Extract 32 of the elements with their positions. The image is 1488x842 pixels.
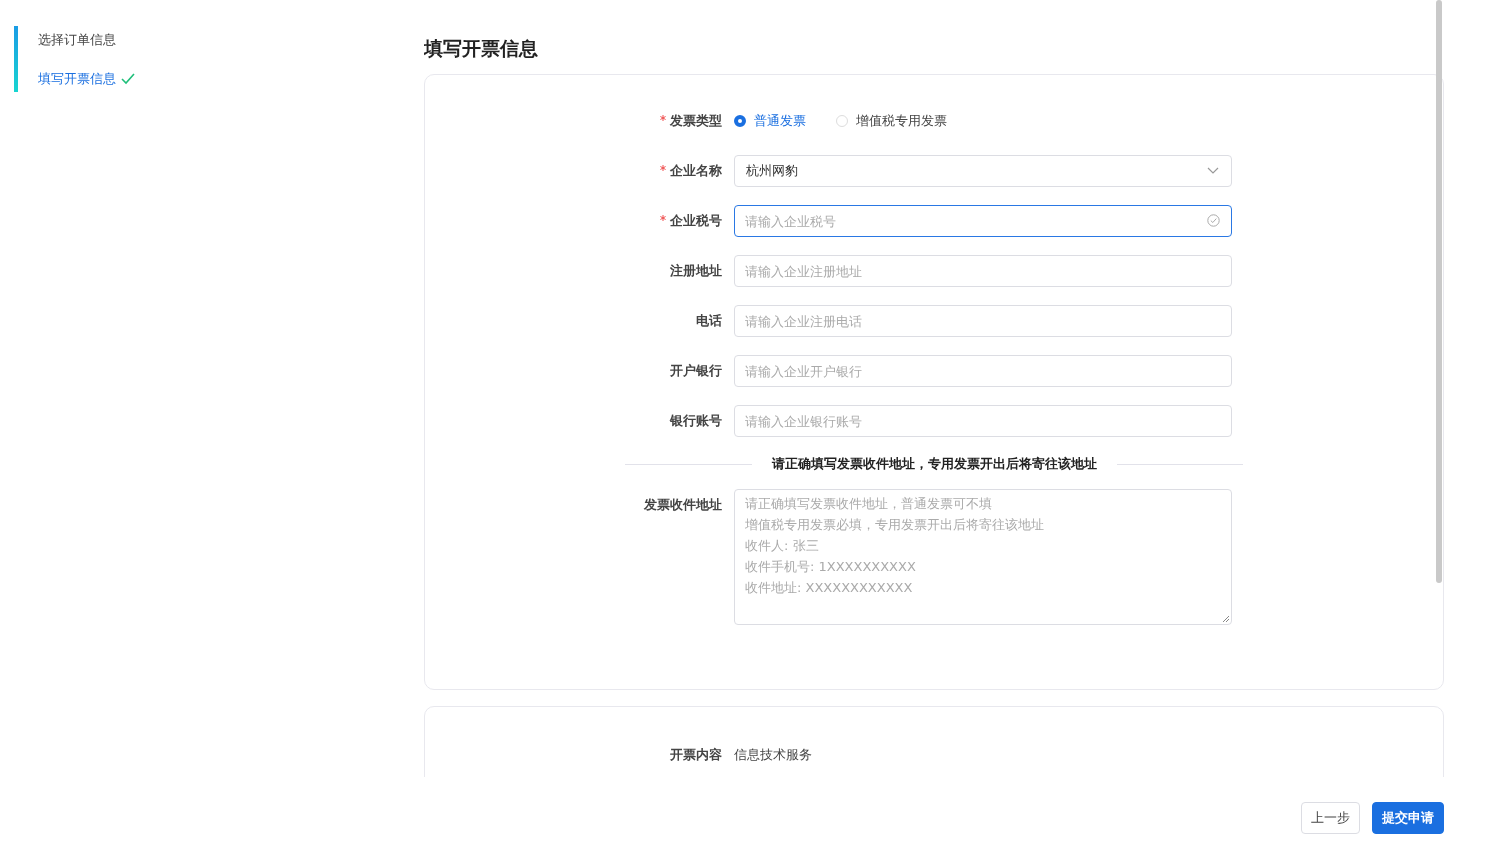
field-label: 发票收件地址 xyxy=(644,497,722,512)
scrollbar-thumb[interactable] xyxy=(1436,0,1442,583)
section-note: 请正确填写发票收件地址，专用发票开出后将寄往该地址 xyxy=(771,455,1097,473)
placeholder-text: 增值税专用发票必填，专用发票开出后将寄往该地址 xyxy=(745,516,1044,534)
check-circle-icon xyxy=(1207,214,1220,227)
field-label: 电话 xyxy=(696,313,722,328)
field-label: 开票内容 xyxy=(670,747,722,762)
page-title: 填写开票信息 xyxy=(424,36,539,60)
field-label: 银行账号 xyxy=(670,413,722,428)
back-button[interactable]: 上一步 xyxy=(1301,802,1360,834)
field-label: 企业名称 xyxy=(670,163,722,178)
step-item[interactable]: 选择订单信息 xyxy=(38,30,116,49)
required-asterisk-icon xyxy=(660,165,666,171)
field-label: 发票类型 xyxy=(670,113,722,128)
placeholder-text: 收件人: 张三 xyxy=(745,537,819,555)
submit-button[interactable]: 提交申请 xyxy=(1372,802,1444,834)
field-label: 企业税号 xyxy=(670,213,722,228)
radio-option[interactable]: 增值税专用发票 xyxy=(836,112,947,130)
placeholder-text: 收件手机号: 1XXXXXXXXXX xyxy=(745,558,916,576)
dropdown-field[interactable]: 杭州网豹 xyxy=(734,155,1232,187)
chevron-down-icon xyxy=(1207,167,1219,175)
input-field[interactable]: 请输入企业税号 xyxy=(734,205,1232,237)
radio-option[interactable]: 普通发票 xyxy=(734,112,806,130)
field-label: 开户银行 xyxy=(670,363,722,378)
resize-handle-icon xyxy=(1222,615,1229,622)
field-label: 注册地址 xyxy=(670,263,722,278)
placeholder-text: 请正确填写发票收件地址，普通发票可不填 xyxy=(745,495,992,513)
field-value: 信息技术服务 xyxy=(734,746,812,764)
required-asterisk-icon xyxy=(660,115,666,121)
placeholder-text: 收件地址: XXXXXXXXXXXX xyxy=(745,579,913,597)
required-asterisk-icon xyxy=(660,215,666,221)
step-item[interactable]: 填写开票信息 xyxy=(38,69,116,88)
